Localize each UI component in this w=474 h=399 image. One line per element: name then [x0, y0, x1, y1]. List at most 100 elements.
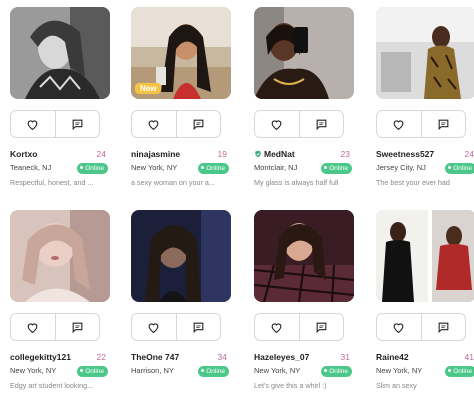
online-label: Online	[453, 165, 472, 172]
verified-shield-icon	[255, 150, 261, 158]
profile-name[interactable]: MedNat	[254, 149, 295, 159]
message-icon	[316, 119, 327, 130]
profile-age: 24	[464, 149, 474, 159]
profile-photo[interactable]: New	[131, 7, 231, 99]
online-badge: Online	[321, 366, 352, 377]
online-badge: Online	[445, 163, 474, 174]
photo-image	[254, 7, 354, 99]
online-badge: Online	[77, 366, 108, 377]
profile-card: New ninajasmine 19 New York, NY Online a…	[131, 7, 231, 202]
message-button[interactable]	[420, 314, 466, 340]
profile-photo[interactable]	[10, 210, 110, 302]
profile-card: Kortxo 24 Teaneck, NJ Online Respectful,…	[10, 7, 110, 202]
profile-location: New York, NY	[131, 163, 178, 172]
profile-photo[interactable]	[10, 7, 110, 99]
profile-name[interactable]: TheOne 747	[131, 352, 179, 362]
online-label: Online	[85, 165, 104, 172]
profile-name[interactable]: Hazeleyes_07	[254, 352, 309, 362]
message-icon	[438, 322, 449, 333]
profile-card: collegekitty121 22 New York, NY Online E…	[10, 210, 110, 399]
profile-location: New York, NY	[254, 366, 301, 375]
online-badge: Online	[198, 163, 229, 174]
online-label: Online	[206, 368, 225, 375]
profile-name-text: MedNat	[264, 149, 295, 159]
card-actions	[10, 313, 100, 341]
online-badge: Online	[445, 366, 474, 377]
like-button[interactable]	[377, 314, 421, 340]
profile-bio: The best your ever had	[376, 178, 450, 187]
card-actions	[376, 313, 466, 341]
profile-name[interactable]: Sweetness527	[376, 149, 434, 159]
profile-photo[interactable]	[254, 210, 354, 302]
like-button[interactable]	[132, 314, 176, 340]
profile-name[interactable]: collegekitty121	[10, 352, 71, 362]
photo-image	[376, 7, 474, 99]
like-button[interactable]	[11, 111, 55, 137]
profile-photo[interactable]	[376, 210, 474, 302]
message-button[interactable]	[420, 111, 466, 137]
message-icon	[316, 322, 327, 333]
online-badge: Online	[77, 163, 108, 174]
online-label: Online	[206, 165, 225, 172]
profile-location: Teaneck, NJ	[10, 163, 52, 172]
card-actions	[254, 313, 344, 341]
online-label: Online	[85, 368, 104, 375]
profile-card: MedNat 23 Montclair, NJ Online My glass …	[254, 7, 354, 202]
photo-image	[10, 210, 110, 302]
profile-age: 34	[217, 352, 227, 362]
heart-icon	[27, 119, 38, 130]
online-badge: Online	[321, 163, 352, 174]
profile-age: 41	[464, 352, 474, 362]
profile-photo[interactable]	[254, 7, 354, 99]
new-badge: New	[135, 83, 162, 94]
like-button[interactable]	[377, 111, 421, 137]
profile-name[interactable]: ninajasmine	[131, 149, 180, 159]
profile-name[interactable]: Kortxo	[10, 149, 37, 159]
profile-bio: a sexy woman on your a...	[131, 178, 215, 187]
heart-icon	[27, 322, 38, 333]
profile-card: Raine42 41 New York, NY Online Slim an s…	[376, 210, 474, 399]
message-button[interactable]	[298, 111, 344, 137]
profile-name[interactable]: Raine42	[376, 352, 409, 362]
like-button[interactable]	[132, 111, 176, 137]
heart-icon	[148, 119, 159, 130]
online-badge: Online	[198, 366, 229, 377]
profile-bio: My glass is always half full	[254, 178, 339, 187]
message-icon	[72, 119, 83, 130]
card-actions	[131, 313, 221, 341]
profile-bio: Let's give this a whirl :)	[254, 381, 327, 390]
like-button[interactable]	[11, 314, 55, 340]
profile-bio: Edgy art student looking...	[10, 381, 94, 390]
card-actions	[10, 110, 100, 138]
profile-photo[interactable]	[376, 7, 474, 99]
profile-location: Montclair, NJ	[254, 163, 298, 172]
profile-age: 22	[96, 352, 106, 362]
message-button[interactable]	[175, 314, 221, 340]
card-actions	[131, 110, 221, 138]
message-button[interactable]	[175, 111, 221, 137]
photo-image	[376, 210, 474, 302]
profile-location: New York, NY	[10, 366, 57, 375]
heart-icon	[393, 119, 404, 130]
profile-photo[interactable]	[131, 210, 231, 302]
profile-age: 31	[340, 352, 350, 362]
like-button[interactable]	[255, 314, 299, 340]
message-icon	[72, 322, 83, 333]
online-label: Online	[453, 368, 472, 375]
profile-age: 23	[340, 149, 350, 159]
card-actions	[254, 110, 344, 138]
photo-image	[254, 210, 354, 302]
heart-icon	[271, 119, 282, 130]
profile-card: Sweetness527 24 Jersey City, NJ Online T…	[376, 7, 474, 202]
message-button[interactable]	[54, 111, 100, 137]
profile-card: Hazeleyes_07 31 New York, NY Online Let'…	[254, 210, 354, 399]
message-icon	[193, 119, 204, 130]
online-label: Online	[329, 368, 348, 375]
profile-location: New York, NY	[376, 366, 423, 375]
photo-image	[10, 7, 110, 99]
profile-location: Jersey City, NJ	[376, 163, 426, 172]
message-button[interactable]	[298, 314, 344, 340]
message-button[interactable]	[54, 314, 100, 340]
like-button[interactable]	[255, 111, 299, 137]
profile-bio: Slim an sexy	[376, 381, 417, 390]
